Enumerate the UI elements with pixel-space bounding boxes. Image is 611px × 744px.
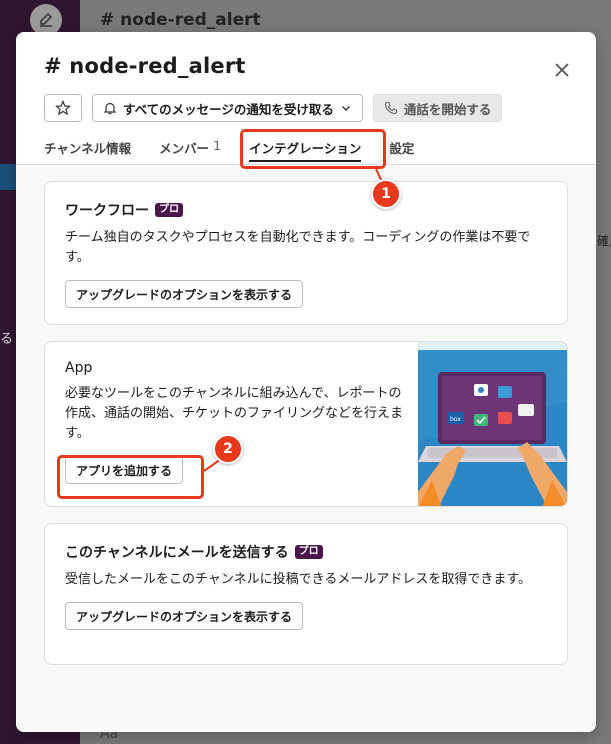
email-description: 受信したメールをこのチャンネルに投稿できるメールアドレスを取得できます。 — [65, 572, 532, 587]
workflow-card: ワークフロー プロ チーム独自のタスクやプロセスを自動化できます。コーディングの… — [44, 181, 568, 325]
workflow-description: チーム独自のタスクやプロセスを自動化できます。コーディングの作業は不要です。 — [65, 230, 531, 265]
bell-icon — [103, 102, 117, 115]
star-icon — [55, 100, 71, 116]
annotation-highlight-add-app — [57, 455, 204, 499]
app-illustration: box — [418, 342, 567, 506]
tab-label: メンバー — [159, 141, 210, 156]
background-side-fragment: る — [0, 332, 14, 347]
tab-label: 設定 — [389, 141, 415, 156]
pro-badge: プロ — [155, 203, 183, 217]
tab-settings[interactable]: 設定 — [389, 138, 414, 164]
email-card: このチャンネルにメールを送信する プロ 受信したメールをこのチャンネルに投稿でき… — [44, 523, 568, 665]
start-call-label: 通話を開始する — [403, 101, 492, 117]
tab-members[interactable]: メンバー 1 — [159, 138, 221, 164]
phone-icon — [384, 101, 397, 115]
background-right-fragment: 確, — [597, 234, 611, 248]
email-title-row: このチャンネルにメールを送信する プロ — [65, 542, 547, 562]
close-button[interactable] — [550, 58, 574, 82]
email-title: このチャンネルにメールを送信する — [65, 545, 289, 561]
workflow-title: ワークフロー — [65, 203, 149, 219]
member-count: 1 — [213, 138, 222, 153]
modal-title: # node-red_alert — [44, 54, 246, 78]
pro-badge: プロ — [294, 545, 323, 559]
tab-label: チャンネル情報 — [44, 141, 132, 156]
email-upgrade-button[interactable]: アップグレードのオプションを表示する — [65, 602, 304, 630]
chevron-down-icon — [341, 106, 350, 111]
annotation-highlight-integrations-tab — [240, 129, 386, 169]
start-call-button[interactable]: 通話を開始する — [372, 94, 503, 122]
tab-channel-info[interactable]: チャンネル情報 — [44, 138, 131, 164]
background-channel-title: # node-red_alert — [100, 10, 261, 30]
notification-settings-label: すべてのメッセージの通知を受け取る — [123, 101, 334, 117]
channel-action-row: すべてのメッセージの通知を受け取る 通話を開始する — [44, 94, 503, 122]
annotation-marker-1: 1 — [371, 179, 401, 209]
workflow-upgrade-button[interactable]: アップグレードのオプションを表示する — [65, 280, 304, 308]
close-icon — [555, 63, 569, 77]
annotation-marker-2: 2 — [213, 434, 243, 464]
star-button[interactable] — [44, 94, 82, 122]
integrations-content: ワークフロー プロ チーム独自のタスクやプロセスを自動化できます。コーディングの… — [16, 165, 596, 732]
notification-settings-button[interactable]: すべてのメッセージの通知を受け取る — [92, 94, 363, 122]
app-title: App — [65, 360, 93, 376]
workflow-title-row: ワークフロー プロ — [65, 200, 547, 220]
box-tile-label: box — [450, 416, 461, 423]
